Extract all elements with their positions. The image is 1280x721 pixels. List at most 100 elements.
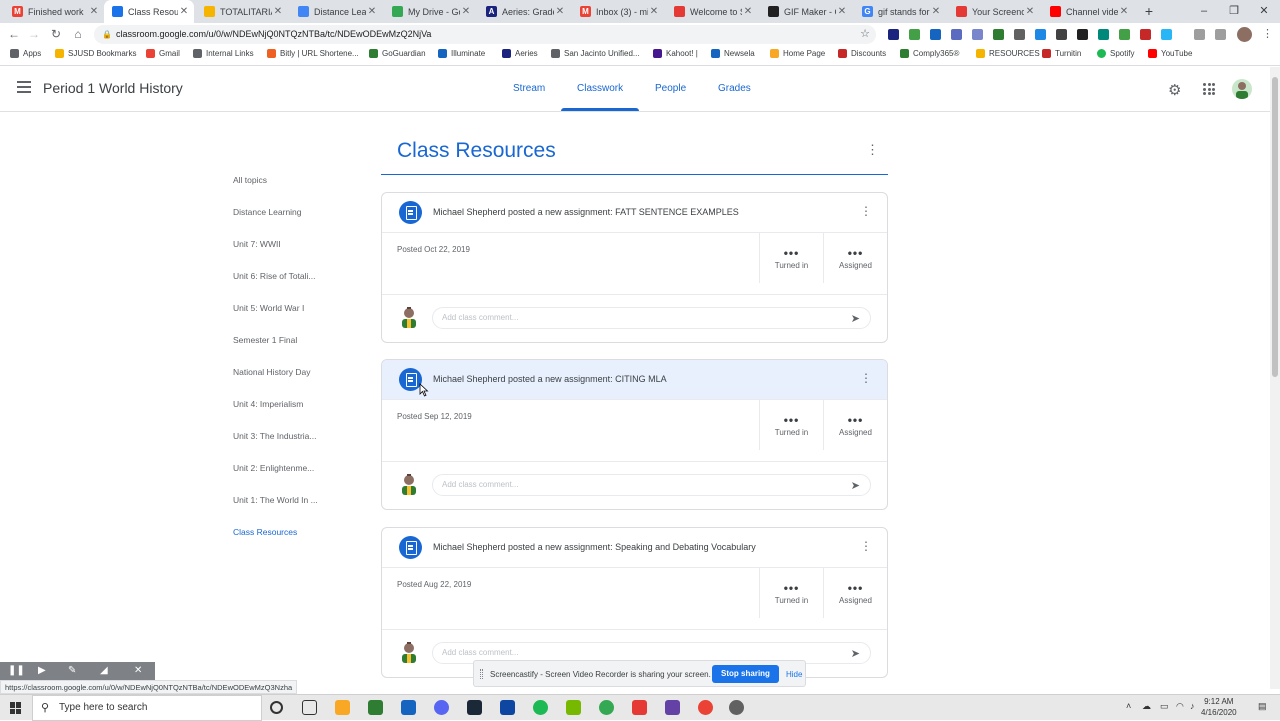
browser-tab[interactable]: A Aeries: Grades ✕ (478, 0, 570, 23)
bookmark[interactable]: San Jacinto Unified... (551, 49, 640, 58)
address-bar[interactable]: 🔒 classroom.google.com/u/0/w/NDEwNjQ0NTQ… (94, 25, 876, 44)
send-icon[interactable]: ➤ (851, 476, 860, 496)
browser-tab[interactable]: G gif stands for ✕ (854, 0, 946, 23)
tab-classwork[interactable]: Classwork (577, 83, 623, 94)
steam-icon[interactable] (467, 700, 482, 715)
browser-tab-active[interactable]: Class Resources ✕ (104, 0, 194, 23)
assigned-stat[interactable]: ••• Assigned (823, 400, 887, 450)
google-apps-icon[interactable] (1203, 83, 1215, 95)
tray-chevron-icon[interactable]: ˄ (1126, 701, 1131, 711)
store-icon[interactable] (368, 700, 383, 715)
browser-tab[interactable]: GIF Maker - G ✕ (760, 0, 852, 23)
minimize-button[interactable]: – (1188, 0, 1220, 23)
cortana-icon[interactable] (270, 701, 283, 714)
extension-icon[interactable] (1140, 29, 1151, 40)
turned-in-stat[interactable]: ••• Turned in (759, 568, 823, 618)
card-header[interactable]: Michael Shepherd posted a new assignment… (382, 193, 887, 233)
bookmark[interactable]: GoGuardian (369, 49, 426, 58)
topic-item[interactable]: Unit 4: Imperialism (233, 399, 303, 409)
card-header[interactable]: Michael Shepherd posted a new assignment… (382, 528, 887, 568)
tab-close-icon[interactable]: ✕ (272, 6, 284, 17)
turned-in-stat[interactable]: ••• Turned in (759, 233, 823, 283)
pen-icon[interactable]: ✎ (68, 665, 76, 676)
tab-close-icon[interactable]: ✕ (742, 6, 754, 17)
bookmark[interactable]: Discounts (838, 49, 886, 58)
topic-item[interactable]: Unit 2: Enlightenme... (233, 463, 314, 473)
battery-icon[interactable]: ▭ (1160, 701, 1169, 712)
extension-icon[interactable] (1056, 29, 1067, 40)
discord-icon[interactable] (434, 700, 449, 715)
windows-start-icon[interactable] (10, 702, 22, 714)
bookmark[interactable]: Newsela (711, 49, 755, 58)
tab-close-icon[interactable]: ✕ (460, 6, 472, 17)
browser-tab[interactable]: TOTALITARIAN ✕ (196, 0, 288, 23)
extension-icon[interactable] (888, 29, 899, 40)
browser-tab[interactable]: Channel video ✕ (1042, 0, 1134, 23)
extension-icon[interactable] (951, 29, 962, 40)
more-vert-icon[interactable]: ⋮ (860, 205, 872, 217)
volume-icon[interactable]: ♪ (1190, 701, 1195, 711)
card-header[interactable]: Michael Shepherd posted a new assignment… (382, 360, 887, 400)
bookmark[interactable]: YouTube (1148, 49, 1192, 58)
wifi-icon[interactable]: ◠ (1176, 701, 1184, 712)
bookmark[interactable]: Spotify (1097, 49, 1134, 58)
restore-button[interactable]: ❐ (1218, 0, 1250, 23)
spotify-icon[interactable] (533, 700, 548, 715)
pause-icon[interactable]: ❚❚ (8, 665, 25, 676)
turned-in-stat[interactable]: ••• Turned in (759, 400, 823, 450)
topic-item[interactable]: Unit 7: WWII (233, 239, 281, 249)
page-scrollbar[interactable] (1270, 67, 1280, 689)
bookmark[interactable]: Aeries (502, 49, 538, 58)
avatar[interactable] (1232, 79, 1252, 99)
comment-input[interactable]: Add class comment... ➤ (432, 474, 871, 496)
extension-icon[interactable] (930, 29, 941, 40)
drag-handle-icon[interactable] (480, 669, 483, 679)
bookmark[interactable]: Turnitin (1042, 49, 1081, 58)
close-window-button[interactable]: ✕ (1248, 0, 1280, 23)
browser-tab[interactable]: Distance Learn ✕ (290, 0, 382, 23)
topic-item[interactable]: Distance Learning (233, 207, 302, 217)
browser-tab[interactable]: My Drive - Go ✕ (384, 0, 476, 23)
bookmark[interactable]: Gmail (146, 49, 180, 58)
close-icon[interactable]: ✕ (134, 665, 142, 676)
tab-close-icon[interactable]: ✕ (178, 6, 190, 17)
card-title[interactable]: Michael Shepherd posted a new assignment… (433, 207, 739, 217)
bookmark-folder[interactable]: RESOURCES (976, 49, 1040, 58)
tab-close-icon[interactable]: ✕ (554, 6, 566, 17)
browser-tab[interactable]: Welcome to S ✕ (666, 0, 758, 23)
browser-tab[interactable]: M Finished work ✕ (4, 0, 104, 23)
tab-close-icon[interactable]: ✕ (1118, 6, 1130, 17)
taskbar-search-input[interactable]: ⚲ Type here to search (32, 695, 262, 721)
notifications-icon[interactable]: ▤ (1258, 701, 1267, 712)
hide-button[interactable]: Hide (786, 670, 802, 679)
more-vert-icon[interactable]: ⋮ (860, 540, 872, 552)
topic-item-active[interactable]: Class Resources (233, 527, 297, 537)
topic-all[interactable]: All topics (233, 175, 267, 185)
card-title[interactable]: Michael Shepherd posted a new assignment… (433, 374, 667, 384)
extension-icon[interactable] (972, 29, 983, 40)
topic-item[interactable]: Unit 5: World War I (233, 303, 304, 313)
chrome-icon[interactable] (599, 700, 614, 715)
chrome-icon[interactable] (698, 700, 713, 715)
extension-icon[interactable] (1014, 29, 1025, 40)
mail-icon[interactable] (401, 700, 416, 715)
bookmark[interactable]: Internal Links (193, 49, 254, 58)
extension-icon[interactable] (1035, 29, 1046, 40)
browser-menu-icon[interactable]: ⋮ (1262, 27, 1273, 40)
class-title[interactable]: Period 1 World History (43, 80, 183, 96)
stop-sharing-button[interactable]: Stop sharing (712, 665, 779, 683)
tab-stream[interactable]: Stream (513, 83, 545, 94)
back-icon[interactable]: ← (6, 26, 22, 42)
tab-close-icon[interactable]: ✕ (88, 6, 100, 17)
tab-close-icon[interactable]: ✕ (366, 6, 378, 17)
card-title[interactable]: Michael Shepherd posted a new assignment… (433, 542, 756, 552)
bookmark-apps[interactable]: Apps (10, 49, 41, 58)
cast-icon[interactable] (1194, 29, 1205, 40)
bookmark-star-icon[interactable]: ☆ (860, 25, 870, 44)
bookmark[interactable]: Kahoot! | (653, 49, 698, 58)
extension-icon[interactable] (1161, 29, 1172, 40)
tab-close-icon[interactable]: ✕ (648, 6, 660, 17)
assigned-stat[interactable]: ••• Assigned (823, 233, 887, 283)
home-icon[interactable]: ⌂ (70, 26, 86, 42)
extension-icon[interactable] (1098, 29, 1109, 40)
